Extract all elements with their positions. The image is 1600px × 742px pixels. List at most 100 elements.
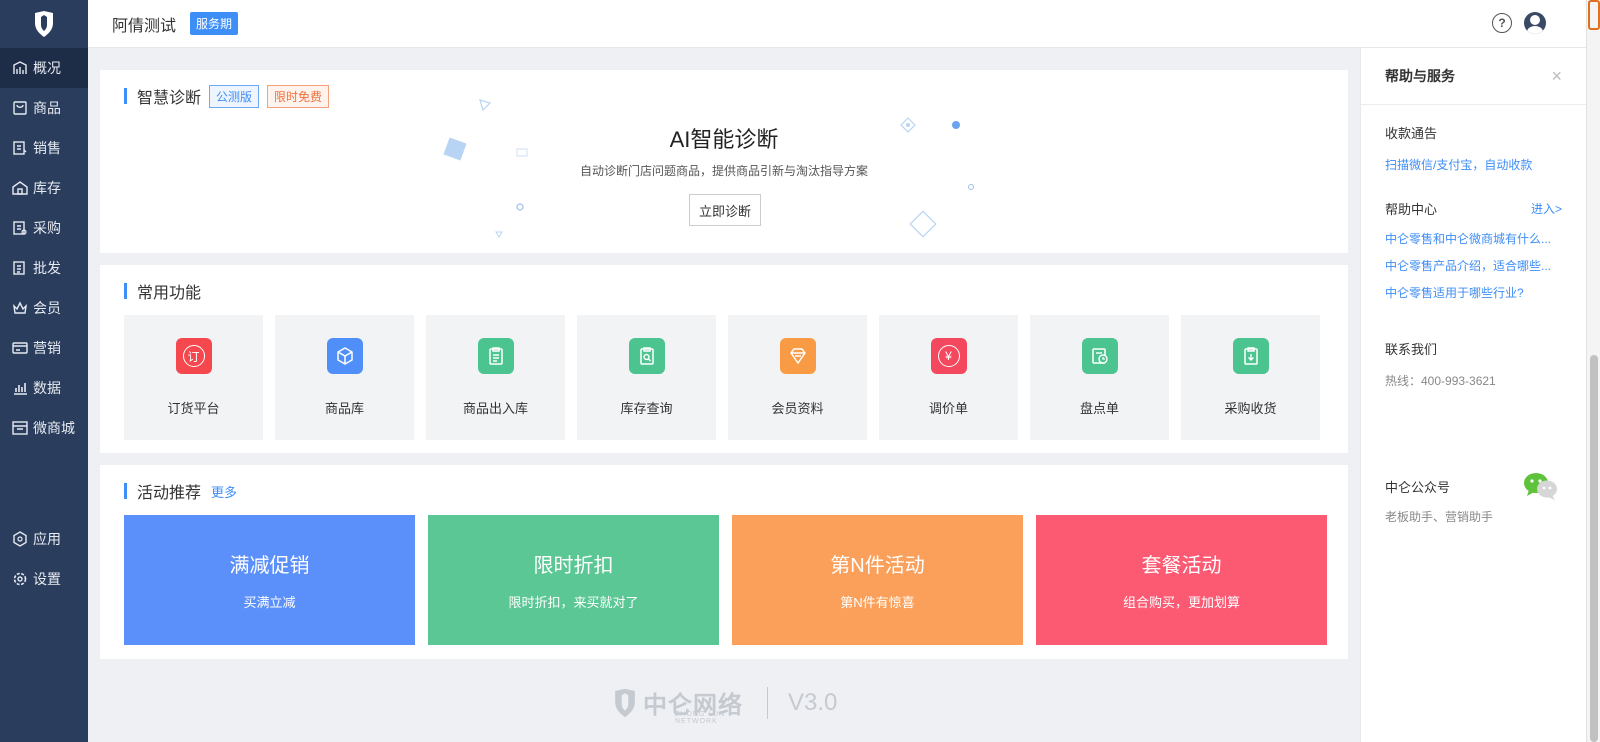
- function-search-doc[interactable]: 库存查询: [577, 315, 716, 440]
- product-icon: [12, 100, 28, 116]
- box-icon: [326, 338, 363, 374]
- marketing-icon: [12, 340, 28, 356]
- function-label: 商品库: [324, 401, 364, 416]
- activity-tile[interactable]: 限时折扣限时折扣，来买就对了: [428, 515, 719, 645]
- payment-title: 收款通告: [1385, 126, 1438, 141]
- sidebar-item-sales[interactable]: 销售: [0, 128, 88, 168]
- store-icon: [12, 420, 28, 436]
- function-order[interactable]: 订订货平台: [124, 315, 263, 440]
- close-icon[interactable]: ×: [1551, 66, 1562, 87]
- payment-section: 收款通告 扫描微信/支付宝，自动收款: [1385, 123, 1562, 173]
- activity-subtitle: 限时折扣，来买就对了: [508, 595, 639, 610]
- main-content: 智慧诊断 公测版 限时免费 AI智能诊断 自动诊断门店问题商品，提供商品引新与淘…: [100, 70, 1348, 659]
- title-bar: [124, 483, 127, 499]
- contact-title: 联系我们: [1385, 342, 1438, 357]
- icon-glyph: ¥: [937, 345, 960, 367]
- activity-grid: 满减促销 买满立减 限时折扣 限时折扣，来买就对了 第N件活动 第N件有惊喜 套餐活动 组合购…: [124, 515, 1327, 645]
- activity-card: 活动推荐 更多 满减促销 买满立减 限时折扣 限时折扣，来买就对了 第N件活动 第N件有惊…: [100, 465, 1348, 659]
- activity-subtitle: 买满立减: [243, 595, 296, 610]
- activity-title: 活动推荐: [137, 485, 202, 502]
- sidebar-item-label: 销售: [33, 140, 61, 156]
- function-diamond[interactable]: 会员资料: [728, 315, 867, 440]
- function-box[interactable]: 商品库: [275, 315, 414, 440]
- function-grid: 订订货平台商品库 商品出入库 库存查询会员资料 ¥ 调价单盘点单 采购收货: [124, 315, 1320, 440]
- sidebar-item-label: 商品: [33, 100, 61, 116]
- avatar[interactable]: [1524, 12, 1546, 34]
- activity-tile[interactable]: 套餐活动 组合购买，更加划算: [1036, 515, 1327, 645]
- function-receive[interactable]: 采购收货: [1181, 315, 1320, 440]
- help-article-link[interactable]: 中仑零售产品介绍，适合哪些...: [1385, 257, 1560, 274]
- common-header: 常用功能: [124, 279, 1324, 303]
- function-clipboard[interactable]: 商品出入库: [426, 315, 565, 440]
- shield-logo-icon: [35, 11, 53, 37]
- help-center-header: 帮助中心 进入>: [1385, 199, 1562, 218]
- member-icon: [12, 300, 28, 316]
- function-stocktake[interactable]: 盘点单: [1030, 315, 1169, 440]
- sidebar-item-label: 应用: [33, 531, 61, 547]
- help-center-section: 帮助中心 进入> 中仑零售和中仑微商城有什么... 中仑零售产品介绍，适合哪些..…: [1385, 199, 1562, 301]
- logo[interactable]: [0, 0, 88, 48]
- function-label: 商品出入库: [462, 401, 528, 416]
- sidebar-item-wholesale[interactable]: 批发: [0, 248, 88, 288]
- activity-tile[interactable]: 满减促销 买满立减: [124, 515, 415, 645]
- shop-name[interactable]: 阿倩测试: [112, 12, 176, 36]
- contact-section: 联系我们 热线：400-993-3621: [1385, 339, 1562, 389]
- diagnosis-card: 智慧诊断 公测版 限时免费 AI智能诊断 自动诊断门店问题商品，提供商品引新与淘…: [100, 70, 1348, 253]
- sidebar-item-data[interactable]: 数据: [0, 368, 88, 408]
- activity-title: 第N件活动: [830, 555, 925, 577]
- official-account-section: 中仑公众号 老板助手、营销助手: [1385, 473, 1562, 525]
- sidebar-item-label: 营销: [33, 340, 61, 356]
- hotline: 热线：400-993-3621: [1385, 374, 1496, 388]
- sidebar-item-label: 库存: [33, 180, 61, 196]
- function-label: 盘点单: [1079, 401, 1119, 416]
- activity-tile[interactable]: 第N件活动第N件有惊喜: [732, 515, 1023, 645]
- panel-title: 帮助与服务: [1385, 68, 1455, 84]
- sidebar-item-product[interactable]: 商品: [0, 88, 88, 128]
- sidebar-item-dashboard[interactable]: 概况: [0, 48, 88, 88]
- payment-link[interactable]: 扫描微信/支付宝，自动收款: [1385, 156, 1560, 173]
- stocktake-icon: [1081, 338, 1118, 374]
- help-article-link[interactable]: 中仑零售适用于哪些行业?: [1385, 284, 1560, 301]
- wechat-icon[interactable]: [1523, 471, 1559, 501]
- settings-icon: [12, 571, 28, 587]
- activity-title: 满减促销: [229, 555, 310, 577]
- diagnose-button[interactable]: 立即诊断: [689, 194, 761, 226]
- purchase-icon: [12, 220, 28, 236]
- sidebar-item-purchase[interactable]: 采购: [0, 208, 88, 248]
- scrollbar[interactable]: [1586, 0, 1600, 742]
- official-subtitle: 老板助手、营销助手: [1385, 510, 1494, 524]
- sidebar-item-marketing[interactable]: 营销: [0, 328, 88, 368]
- sidebar-item-apps[interactable]: 应用: [0, 519, 88, 559]
- icon-glyph: 订: [182, 345, 205, 367]
- sidebar-item-inventory[interactable]: 库存: [0, 168, 88, 208]
- help-enter-link[interactable]: 进入>: [1531, 200, 1562, 217]
- sidebar-item-label: 会员: [33, 300, 61, 316]
- footer-logo-icon: [615, 688, 635, 717]
- sidebar-item-store[interactable]: 微商城: [0, 408, 88, 448]
- dashboard-icon: [12, 60, 28, 76]
- sidebar-item-label: 采购: [33, 220, 61, 236]
- top-bar: 阿倩测试 服务期 ?: [88, 0, 1586, 48]
- help-center-title: 帮助中心: [1385, 202, 1438, 217]
- ai-subtitle: 自动诊断门店问题商品，提供商品引新与淘汰指导方案: [579, 164, 868, 178]
- title-bar: [124, 283, 127, 299]
- help-icon[interactable]: ?: [1492, 13, 1512, 33]
- sidebar-item-settings[interactable]: 设置: [0, 559, 88, 599]
- scroll-thumb[interactable]: [1590, 355, 1598, 742]
- activity-subtitle: 第N件有惊喜: [840, 595, 915, 610]
- more-link[interactable]: 更多: [211, 482, 237, 501]
- help-service-panel: 帮助与服务 × 收款通告 扫描微信/支付宝，自动收款 帮助中心 进入> 中仑零售…: [1360, 48, 1586, 742]
- activity-title: 套餐活动: [1141, 555, 1222, 577]
- footer-brand-en: ZHONG LUN NETWORK: [675, 711, 726, 725]
- activity-header: 活动推荐 更多: [124, 479, 1324, 503]
- sidebar-item-label: 数据: [33, 380, 61, 396]
- sales-icon: [12, 140, 28, 156]
- version-label: V3.0: [788, 688, 838, 716]
- service-badge: 服务期: [190, 12, 239, 35]
- sidebar-item-member[interactable]: 会员: [0, 288, 88, 328]
- activity-title: 限时折扣: [533, 555, 614, 577]
- help-article-link[interactable]: 中仑零售和中仑微商城有什么...: [1385, 230, 1560, 247]
- function-price-adjust[interactable]: ¥ 调价单: [879, 315, 1018, 440]
- function-label: 会员资料: [771, 401, 824, 416]
- common-functions-card: 常用功能 订订货平台商品库 商品出入库 库存查询会员资料 ¥ 调价单盘点单 采购收货: [100, 265, 1348, 453]
